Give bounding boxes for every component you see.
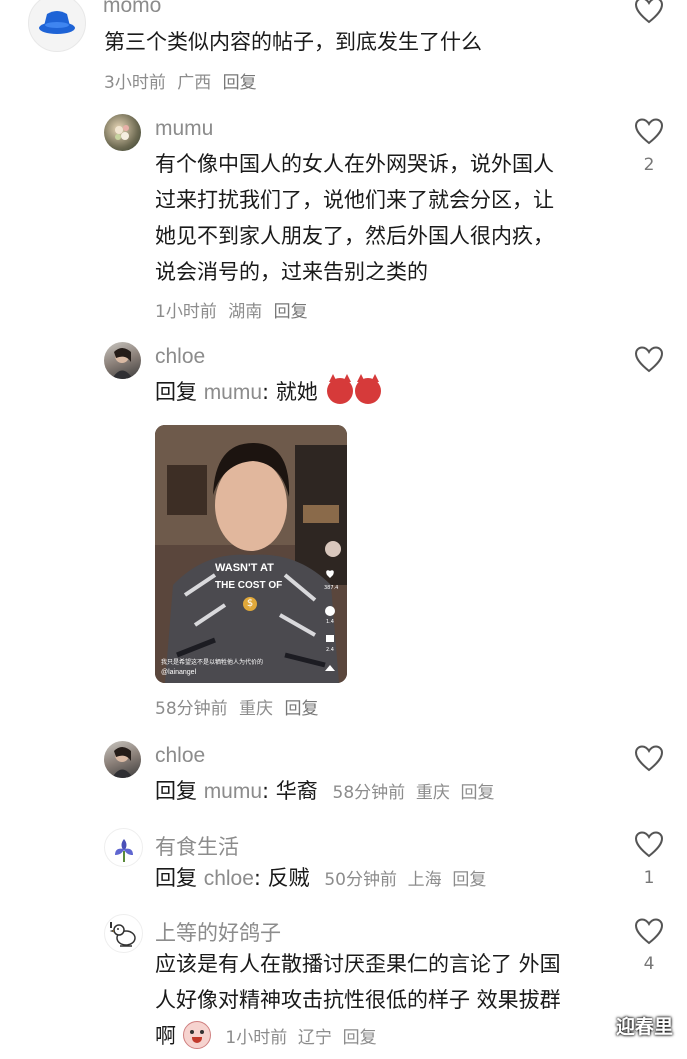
bucket-hat-icon xyxy=(39,11,75,34)
username[interactable]: chloe xyxy=(155,744,205,768)
comment-text: 回复 chloe: 反贼 50分钟前 上海 回复 xyxy=(155,860,486,898)
reply-target-username[interactable]: chloe xyxy=(204,867,254,890)
comment-text: 回复 mumu: 就她 xyxy=(155,374,381,411)
comment-meta: 58分钟前 重庆 回复 xyxy=(155,694,324,719)
avatar[interactable] xyxy=(104,741,141,778)
reply-button[interactable]: 回复 xyxy=(452,870,486,890)
person-avatar-icon xyxy=(112,747,133,778)
heart-icon[interactable] xyxy=(634,0,664,24)
comment-text-line-last: 啊 1小时前 辽宁 回复 xyxy=(155,1018,561,1056)
video-caption: THE COST OF xyxy=(215,580,283,591)
avatar[interactable] xyxy=(104,828,143,867)
person-avatar-icon xyxy=(112,348,133,379)
heart-icon[interactable] xyxy=(634,345,664,373)
heart-icon[interactable] xyxy=(634,830,664,858)
comment-location: 广西 xyxy=(177,73,212,93)
comment-text-line: 她见不到家人朋友了，然后外国人很内疚， xyxy=(155,224,554,248)
comment-time: 50分钟前 xyxy=(324,870,397,890)
reply-button[interactable]: 回复 xyxy=(223,73,257,93)
flower-avatar-icon xyxy=(114,124,129,140)
reply-button[interactable]: 回复 xyxy=(274,302,308,322)
comment-location: 湖南 xyxy=(228,302,263,322)
reply-button[interactable]: 回复 xyxy=(461,783,495,803)
like-count: 4 xyxy=(643,954,655,974)
reply-button[interactable]: 回复 xyxy=(343,1028,377,1048)
video-stat: 2.4 xyxy=(326,647,334,653)
reply-button[interactable]: 回复 xyxy=(284,699,318,719)
comment-time: 3小时前 xyxy=(104,73,166,93)
reply-target-username[interactable]: mumu xyxy=(204,381,262,404)
video-stat: 387.4 xyxy=(324,585,339,591)
comment-time: 58分钟前 xyxy=(155,699,228,719)
reply-prefix: 回复 xyxy=(155,779,197,803)
comment-meta: 3小时前 广西 回复 xyxy=(104,68,263,93)
video-frame-image xyxy=(155,425,347,683)
comment-text-content: : 华裔 xyxy=(262,779,318,803)
comment-text-line: 应该是有人在散播讨厌歪果仁的言论了 外国 xyxy=(155,952,561,976)
comment-text-line: 人好像对精神攻击抗性很低的样子 效果拔群 xyxy=(155,988,561,1012)
username[interactable]: chloe xyxy=(155,345,205,369)
comment-text-line: 说会消号的，过来告别之类的 xyxy=(155,260,428,284)
comment-meta: 1小时前 湖南 回复 xyxy=(155,297,314,322)
video-handle: @lainangel xyxy=(161,669,197,676)
username[interactable]: 有食生活 xyxy=(155,831,239,861)
heart-icon[interactable] xyxy=(634,917,664,945)
devil-emoji-icon xyxy=(326,374,353,404)
comment-text-line: 过来打扰我们了，说他们来了就会分区，让 xyxy=(155,188,554,212)
avatar[interactable] xyxy=(28,0,86,52)
money-bag-icon: $ xyxy=(243,597,257,611)
video-caption: WASN'T AT xyxy=(215,562,274,574)
devil-emoji-icon xyxy=(354,374,381,404)
like-count: 1 xyxy=(643,868,655,888)
crying-face-emoji-icon xyxy=(182,1021,211,1049)
heart-icon[interactable] xyxy=(634,744,664,772)
comment-location: 上海 xyxy=(407,870,442,890)
video-thumbnail[interactable]: WASN'T AT THE COST OF $ 我只是希望这不是以牺牲他人为代价… xyxy=(155,425,347,683)
heart-icon[interactable] xyxy=(634,117,664,145)
pigeon-icon xyxy=(109,921,136,947)
comment-time: 58分钟前 xyxy=(332,783,406,803)
avatar[interactable] xyxy=(104,114,141,151)
comment-text: 回复 mumu: 华裔 58分钟前 重庆 回复 xyxy=(155,773,495,811)
username[interactable]: momo xyxy=(103,0,161,18)
video-stat: 1.4 xyxy=(326,619,334,625)
like-count: 2 xyxy=(643,155,655,175)
comment-time: 1小时前 xyxy=(225,1028,288,1048)
comment-location: 重庆 xyxy=(415,783,450,803)
username[interactable]: 上等的好鸽子 xyxy=(155,917,281,947)
comment-text-content: : 反贼 xyxy=(253,866,310,890)
video-subtitle: 我只是希望这不是以牺牲他人为代价的 xyxy=(161,659,264,666)
reply-prefix: 回复 xyxy=(155,866,197,890)
comment-location: 重庆 xyxy=(239,699,274,719)
comment-text-line: 有个像中国人的女人在外网哭诉，说外国人 xyxy=(155,152,554,176)
avatar[interactable] xyxy=(104,342,141,379)
avatar[interactable] xyxy=(104,914,143,953)
comment-text-content: 啊 xyxy=(155,1024,176,1048)
reply-prefix: 回复 xyxy=(155,380,197,404)
comment-text: 有个像中国人的女人在外网哭诉，说外国人 过来打扰我们了，说他们来了就会分区，让 … xyxy=(155,146,554,290)
username[interactable]: mumu xyxy=(155,117,213,141)
comment-text-content: : 就她 xyxy=(262,380,318,404)
iris-flower-icon xyxy=(114,838,133,862)
reply-target-username[interactable]: mumu xyxy=(204,780,262,803)
comment-time: 1小时前 xyxy=(155,302,217,322)
comment-text: 应该是有人在散播讨厌歪果仁的言论了 外国 人好像对精神攻击抗性很低的样子 效果拔… xyxy=(155,946,561,1056)
comment-text: 第三个类似内容的帖子，到底发生了什么 xyxy=(104,30,482,54)
comment-location: 辽宁 xyxy=(297,1028,332,1048)
watermark: 迎春里 xyxy=(615,1016,673,1038)
